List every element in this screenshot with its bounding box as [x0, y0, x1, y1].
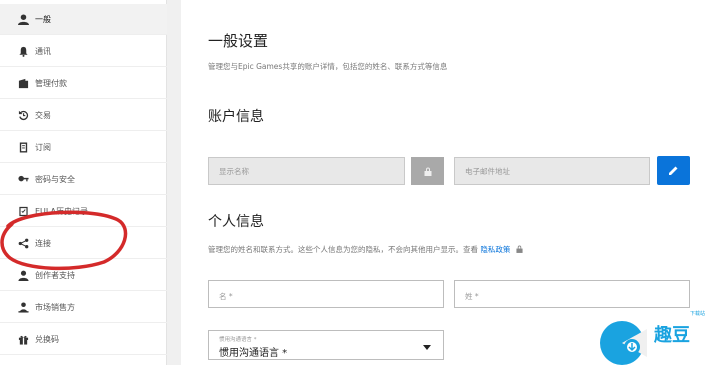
sidebar-item-password-security[interactable]: 密码与安全	[0, 164, 167, 195]
sidebar-item-notifications[interactable]: 通讯	[0, 36, 167, 67]
language-select-label: 惯用沟通语言 *	[219, 337, 257, 343]
email-field[interactable]: 电子邮件地址	[454, 157, 650, 185]
edit-email-button[interactable]	[657, 156, 690, 185]
sidebar-item-label: 交易	[35, 110, 51, 120]
settings-sidebar: 一般 通讯 管理付款 交易 订阅 密码与安全 EULA历史记录 连接 创作者支持…	[0, 0, 167, 365]
privacy-policy-link[interactable]: 隐私政策	[480, 245, 510, 254]
account-info-heading: 账户信息	[208, 109, 264, 125]
pencil-icon	[669, 166, 678, 175]
sidebar-item-label: 密码与安全	[35, 174, 75, 184]
sidebar-item-general[interactable]: 一般	[0, 4, 167, 35]
last-name-input[interactable]: 姓 *	[454, 280, 690, 308]
page-subtitle: 管理您与Epic Games共享的账户详情，包括您的姓名、联系方式等信息	[208, 62, 448, 71]
personal-info-description: 管理您的姓名和联系方式。这些个人信息为您的隐私，不会向其他用户显示。查看 隐私政…	[208, 244, 523, 255]
language-select-value: 惯用沟通语言 *	[219, 348, 288, 359]
wallet-icon	[17, 77, 29, 89]
first-name-input[interactable]: 名 *	[208, 280, 444, 308]
gift-icon	[17, 333, 29, 345]
sidebar-item-subscriptions[interactable]: 订阅	[0, 132, 167, 163]
language-select[interactable]: 惯用沟通语言 * 惯用沟通语言 *	[208, 330, 444, 360]
sidebar-item-label: 订阅	[35, 142, 51, 152]
sidebar-item-label: 一般	[35, 14, 51, 24]
display-name-lock-button	[411, 157, 444, 185]
sidebar-item-marketplace-seller[interactable]: 市场销售方	[0, 292, 167, 323]
sidebar-item-label: 市场销售方	[35, 302, 75, 312]
seller-icon	[17, 301, 29, 313]
sidebar-item-label: 兑换码	[35, 334, 59, 344]
red-annotation-circle	[0, 210, 128, 271]
sidebar-item-label: 通讯	[35, 46, 51, 56]
watermark-small-text: 下载站	[690, 311, 706, 317]
display-name-field[interactable]: 显示名称	[208, 157, 405, 185]
key-icon	[17, 173, 29, 185]
watermark-text: 趣豆	[654, 325, 690, 346]
sidebar-item-redeem-code[interactable]: 兑换码	[0, 324, 167, 355]
lock-icon	[516, 245, 523, 253]
sidebar-item-label: 管理付款	[35, 78, 67, 88]
personal-info-heading: 个人信息	[208, 214, 264, 230]
chevron-down-icon	[423, 345, 431, 350]
history-icon	[17, 109, 29, 121]
sidebar-item-transactions[interactable]: 交易	[0, 100, 167, 131]
document-icon	[17, 141, 29, 153]
person-icon	[17, 13, 29, 25]
bell-icon	[17, 45, 29, 57]
sidebar-item-payments[interactable]: 管理付款	[0, 68, 167, 99]
page-title: 一般设置	[208, 32, 269, 50]
personal-info-text: 管理您的姓名和联系方式。这些个人信息为您的隐私，不会向其他用户显示。查看	[208, 245, 478, 254]
lock-icon	[424, 167, 431, 176]
